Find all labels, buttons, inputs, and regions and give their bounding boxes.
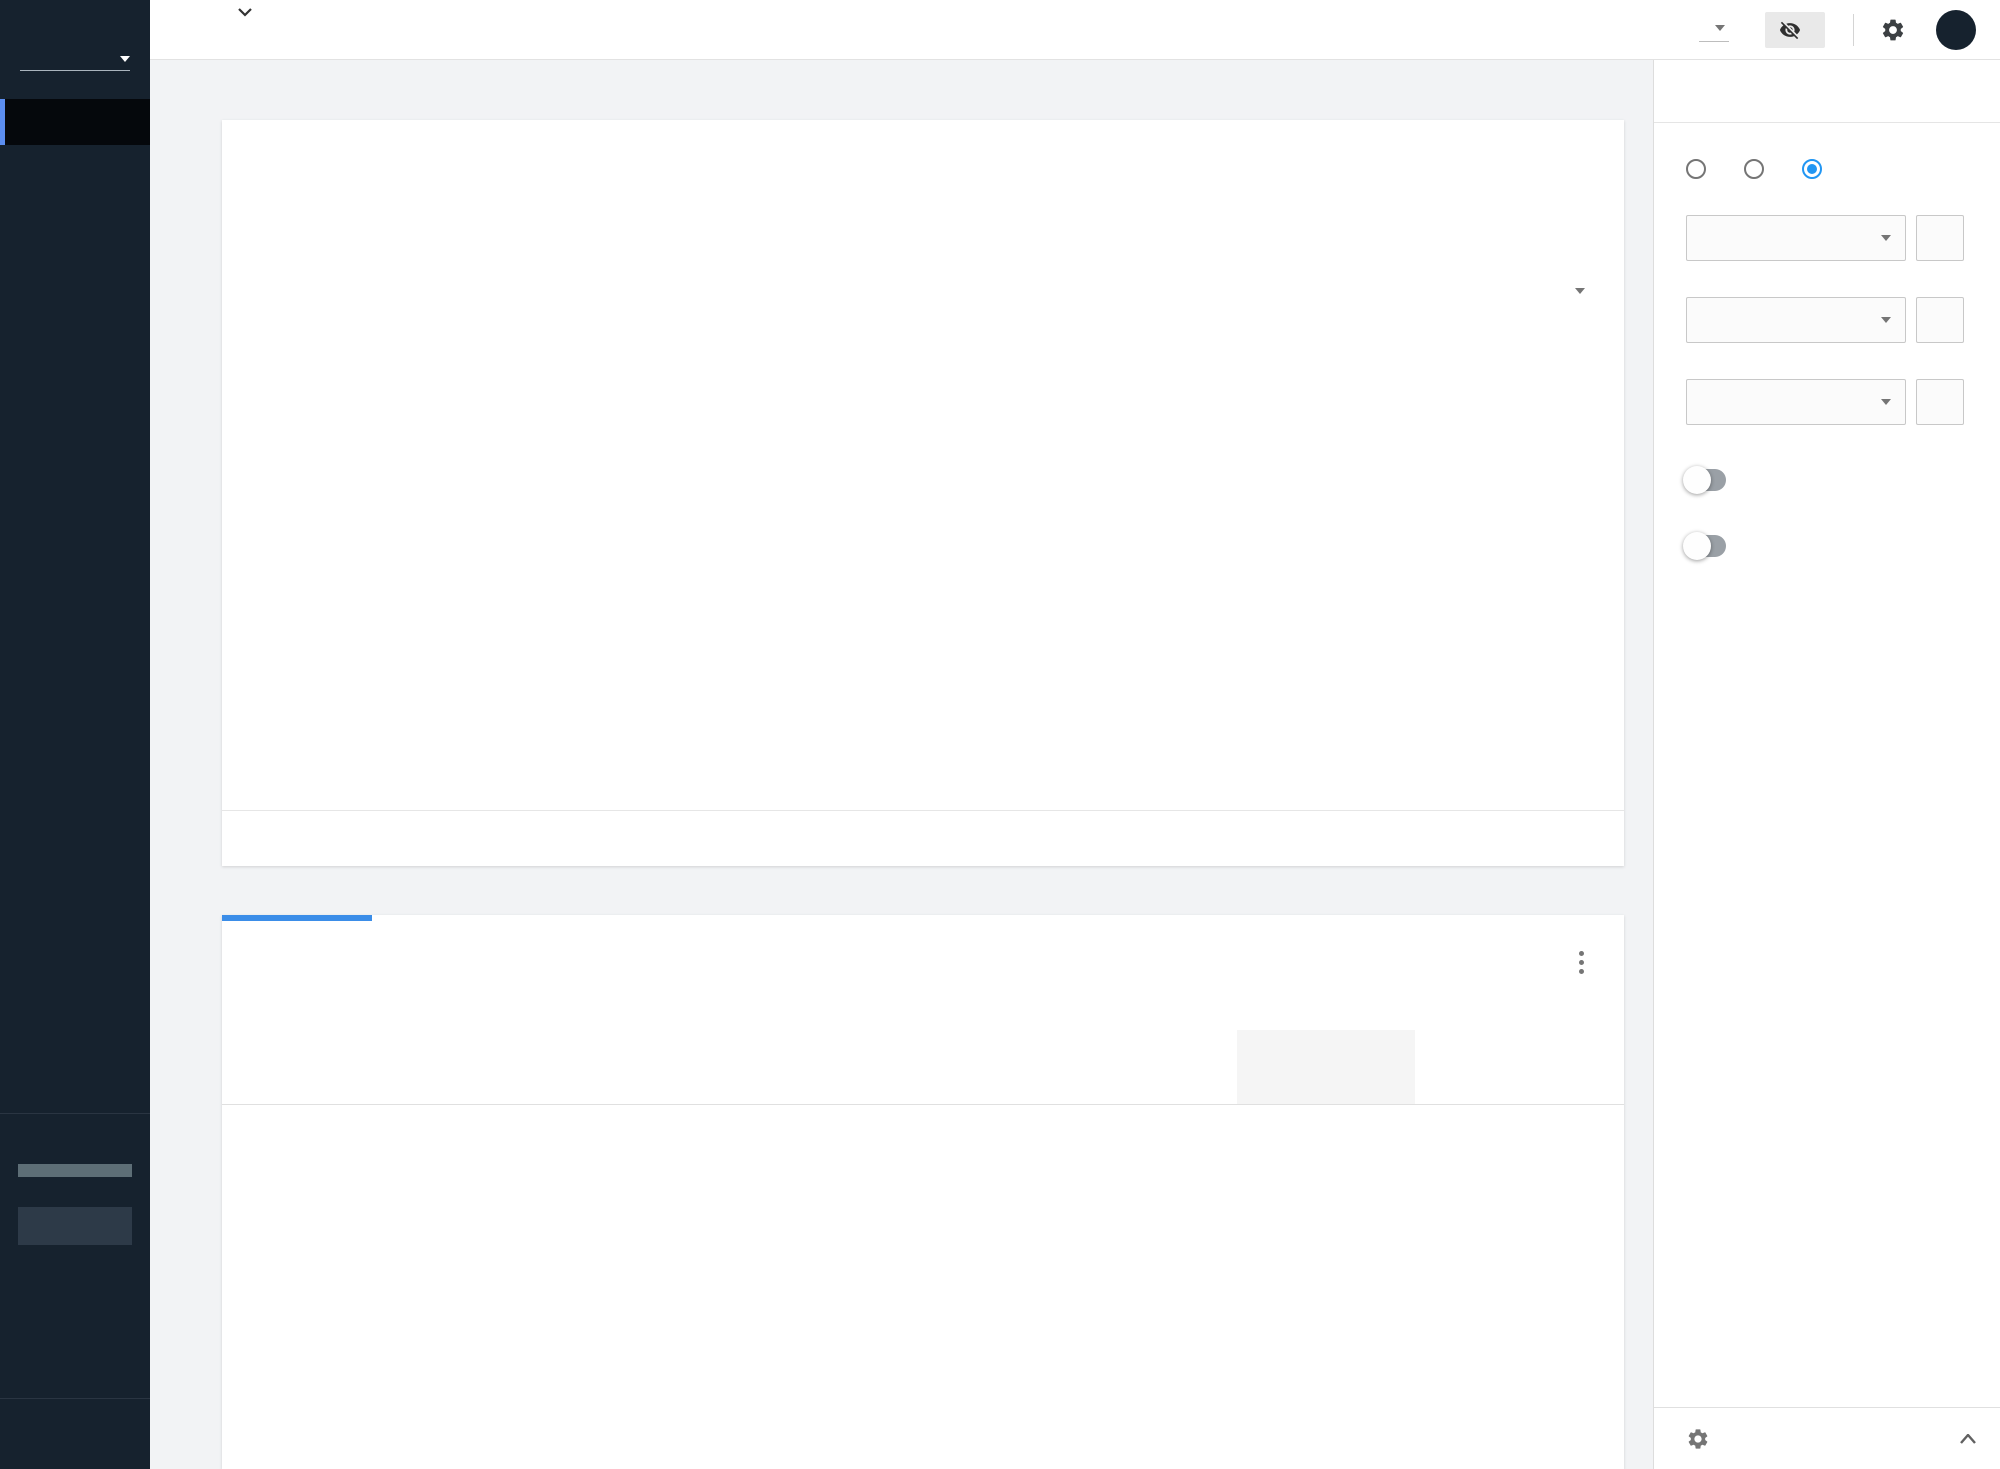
user-avatar[interactable] [1936,10,1976,50]
page-type-radios [1686,159,2000,179]
caret-down-icon [1575,288,1585,294]
eye-off-icon [1779,19,1801,41]
column-header-views[interactable] [1080,1090,1237,1104]
sidebar-item-reports[interactable] [0,145,150,191]
settings-gear-icon[interactable] [1880,17,1906,43]
filter-button[interactable] [1765,12,1825,48]
active-tab-indicator [222,915,372,921]
topbar [150,0,2000,60]
column-header-time-per-visitor[interactable] [1415,1090,1624,1104]
usage-progress-bar [18,1164,132,1177]
radio-icon [1744,159,1764,179]
filter-panel-title [1654,60,2000,100]
add-audience-behavior-button[interactable] [1916,215,1964,261]
usage-section [0,1113,150,1250]
divider [1654,122,2000,123]
org-selector[interactable] [20,56,130,71]
chevron-up-icon [1960,1434,1976,1444]
kebab-menu-icon[interactable] [1573,945,1590,980]
sidebar-nav [0,99,150,191]
chevron-down-icon [120,56,130,62]
content-table-card [222,915,1624,1469]
traffic-property-select[interactable] [1686,297,1906,343]
radio-all[interactable] [1686,159,1716,179]
add-traffic-property-button[interactable] [1916,297,1964,343]
content-container-toggle-row [1686,535,2000,557]
radio-posts[interactable] [1802,159,1832,179]
legend-row [222,810,1624,866]
column-header-view-breakdown[interactable] [800,1090,960,1104]
week-comparison-bars [250,330,485,800]
sidebar [0,0,150,1469]
divider [1853,14,1854,46]
app-logo [0,0,150,16]
upgrade-button[interactable] [18,1207,132,1245]
overview-chart-card [222,120,1624,866]
caret-down-icon [1881,235,1891,241]
caret-down-icon [1881,399,1891,405]
column-header-scroll-depth[interactable] [684,1090,800,1104]
filter-panel [1653,60,2000,1469]
is-landing-toggle-row [1686,469,2000,491]
gear-icon [1686,1427,1710,1451]
caret-down-icon [1881,317,1891,323]
views-area-chart [465,320,1555,732]
sidebar-item-explore[interactable] [0,99,150,145]
dashboard-bar[interactable] [1654,1407,2000,1469]
content-container-toggle[interactable] [1686,535,1726,557]
column-header-title [304,1090,684,1104]
app-root [0,0,2000,1469]
table-header [222,1030,1624,1105]
radio-icon-selected [1802,159,1822,179]
chevron-down-icon [238,8,252,17]
add-content-property-button[interactable] [1916,379,1964,425]
radio-icon [1686,159,1706,179]
overlay-metric-selector[interactable] [1699,19,1729,42]
sidebar-footer [0,1398,150,1443]
content-property-select[interactable] [1686,379,1906,425]
interval-selector[interactable] [1551,288,1585,294]
audience-behavior-select[interactable] [1686,215,1906,261]
column-header-visitors[interactable] [1237,1030,1415,1104]
is-landing-toggle[interactable] [1686,469,1726,491]
date-range-selector[interactable] [228,8,252,21]
caret-down-icon [1715,25,1725,31]
radio-pages[interactable] [1744,159,1774,179]
column-header-pct-views[interactable] [222,1090,304,1104]
